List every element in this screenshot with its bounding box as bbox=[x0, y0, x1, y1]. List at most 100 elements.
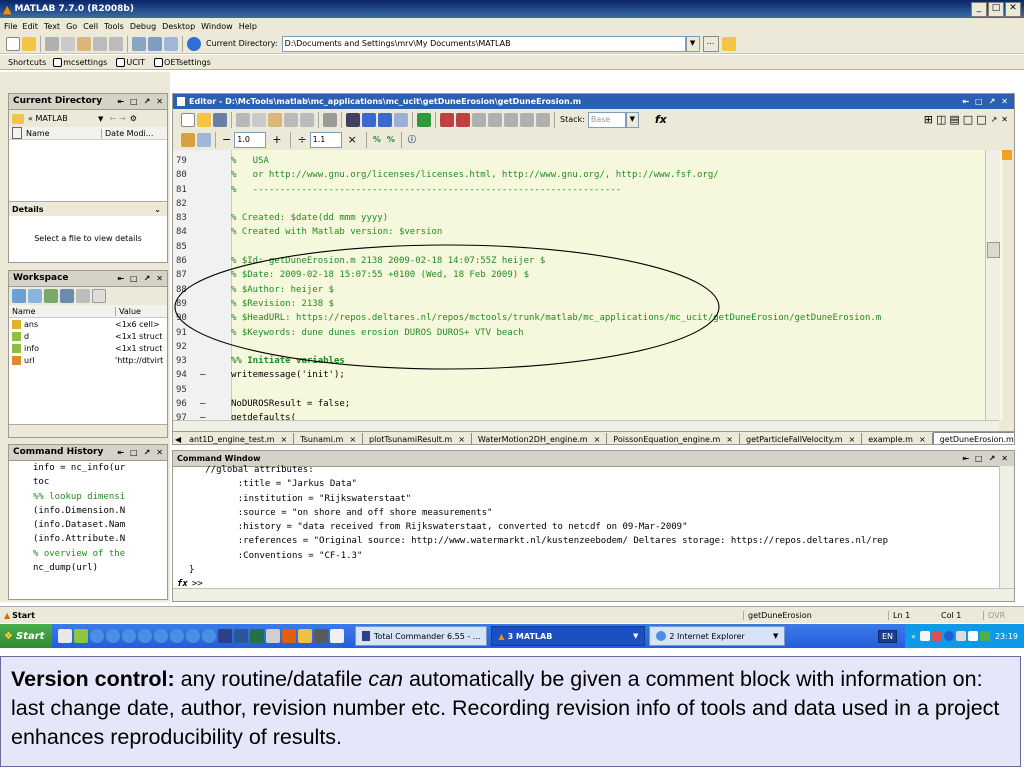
quick-launch-icon[interactable] bbox=[330, 629, 345, 643]
current-dir-input[interactable]: D:\Documents and Settings\mrv\My Documen… bbox=[281, 35, 686, 52]
ie-icon[interactable] bbox=[202, 629, 217, 643]
ie-icon[interactable] bbox=[90, 629, 105, 643]
scroll-thumb[interactable] bbox=[987, 242, 1000, 258]
stack-select[interactable]: Base bbox=[587, 111, 626, 128]
cut-icon[interactable] bbox=[45, 36, 59, 51]
menu-file[interactable]: File bbox=[4, 22, 17, 31]
close-pane-icon[interactable]: ✕ bbox=[156, 445, 163, 460]
step-icon[interactable] bbox=[472, 112, 486, 127]
quick-launch-icon[interactable] bbox=[298, 629, 313, 643]
tray-icon[interactable] bbox=[931, 631, 942, 641]
workspace-row[interactable]: ans <1x6 cell> bbox=[9, 318, 167, 330]
uncomment-cell-icon[interactable]: % bbox=[387, 135, 395, 144]
tab-watermotion[interactable]: WaterMotion2DH_engine.m × bbox=[472, 432, 608, 444]
close-doc-icon[interactable]: ✕ bbox=[1001, 115, 1008, 124]
simulink-icon[interactable] bbox=[132, 36, 146, 51]
command-window-hscrollbar[interactable] bbox=[173, 588, 1014, 601]
increment-icon[interactable]: + bbox=[272, 133, 281, 146]
code-line[interactable]: 81 % ------------------------------------… bbox=[173, 183, 1003, 197]
pin-icon[interactable]: ↗ bbox=[144, 445, 151, 460]
workspace-row[interactable]: info <1x1 struct bbox=[9, 342, 167, 354]
warning-indicator-icon[interactable] bbox=[1002, 150, 1012, 160]
menu-debug[interactable]: Debug bbox=[130, 22, 156, 31]
paste-icon[interactable] bbox=[268, 112, 282, 127]
menu-window[interactable]: Window bbox=[201, 22, 233, 31]
taskbar-item-matlab[interactable]: ▲ 3 MATLAB ▼ bbox=[491, 626, 646, 646]
new-file-icon[interactable] bbox=[181, 112, 195, 127]
save-workspace-icon[interactable] bbox=[60, 289, 74, 303]
quick-launch-icon[interactable] bbox=[314, 629, 329, 643]
maximize-pane-icon[interactable]: □ bbox=[130, 94, 138, 109]
exit-debug-icon[interactable] bbox=[536, 112, 550, 127]
set-breakpoint-icon[interactable] bbox=[440, 112, 454, 127]
cell-value-input-1[interactable]: 1.0 bbox=[234, 131, 267, 148]
save-icon[interactable] bbox=[213, 112, 227, 127]
undock-icon[interactable]: ⇤ bbox=[117, 94, 124, 109]
maximize-pane-icon[interactable]: □ bbox=[130, 445, 138, 460]
undo-icon[interactable] bbox=[284, 112, 298, 127]
list-item[interactable]: %% lookup dimensi bbox=[33, 490, 167, 504]
excel-icon[interactable] bbox=[250, 629, 265, 643]
find-icon[interactable] bbox=[346, 112, 360, 127]
tab-particle[interactable]: getParticleFallVelocity.m × bbox=[740, 432, 863, 444]
tab-scroll-left-icon[interactable]: ◀ bbox=[175, 435, 181, 444]
command-window-scrollbar[interactable] bbox=[999, 466, 1014, 589]
plot-icon[interactable] bbox=[92, 289, 106, 303]
cell-value-input-2[interactable]: 1.1 bbox=[309, 131, 342, 148]
matlab-start-button[interactable]: Start bbox=[12, 611, 35, 620]
maximize-doc-icon[interactable]: □ bbox=[976, 113, 986, 126]
back-icon[interactable] bbox=[362, 112, 376, 127]
ie-icon[interactable] bbox=[138, 629, 153, 643]
clear-breakpoints-icon[interactable] bbox=[456, 112, 470, 127]
code-line[interactable]: 96 – NoDUROSResult = false; bbox=[173, 397, 1003, 411]
executable-marker[interactable]: – bbox=[200, 397, 231, 411]
col-date[interactable]: Date Modi... bbox=[101, 128, 153, 138]
ie-icon[interactable] bbox=[122, 629, 137, 643]
code-line[interactable]: 95 bbox=[173, 383, 1003, 397]
bluetooth-icon[interactable] bbox=[943, 631, 954, 641]
undock-icon[interactable]: ⇤ bbox=[962, 97, 969, 106]
cell-mode-icon[interactable] bbox=[181, 132, 195, 147]
menu-cell[interactable]: Cell bbox=[83, 22, 98, 31]
copy-icon[interactable] bbox=[252, 112, 266, 127]
undo-icon[interactable] bbox=[93, 36, 107, 51]
close-pane-icon[interactable]: ✕ bbox=[156, 94, 163, 109]
ie-icon[interactable] bbox=[106, 629, 121, 643]
print-icon[interactable] bbox=[323, 112, 337, 127]
open-folder-icon[interactable] bbox=[22, 36, 36, 51]
multiply-icon[interactable]: × bbox=[348, 133, 357, 146]
function-browser-icon[interactable] bbox=[394, 112, 408, 127]
matlab-icon[interactable] bbox=[282, 629, 297, 643]
current-dir-dropdown-icon[interactable]: ▼ bbox=[685, 35, 700, 52]
menu-tools[interactable]: Tools bbox=[104, 22, 124, 31]
undock-icon[interactable]: ⇤ bbox=[117, 445, 124, 460]
up-folder-icon[interactable] bbox=[721, 36, 736, 51]
workspace-scrollbar[interactable] bbox=[9, 424, 167, 437]
split-horizontal-icon[interactable]: ▤ bbox=[949, 113, 959, 126]
maximize-pane-icon[interactable]: □ bbox=[975, 97, 983, 106]
forward-arrow-icon[interactable]: → bbox=[119, 114, 126, 123]
col-name[interactable]: Name bbox=[12, 307, 115, 316]
quick-launch-icon[interactable] bbox=[266, 629, 281, 643]
quick-launch-icon[interactable] bbox=[58, 629, 73, 643]
guide-icon[interactable] bbox=[148, 36, 162, 51]
tab-tsunami[interactable]: Tsunami.m × bbox=[294, 432, 364, 444]
menu-help[interactable]: Help bbox=[239, 22, 257, 31]
show-cell-titles-icon[interactable]: ⓘ bbox=[408, 134, 416, 145]
delete-variable-icon[interactable] bbox=[76, 289, 90, 303]
list-item[interactable]: (info.Dimension.N bbox=[33, 504, 167, 518]
forward-icon[interactable] bbox=[378, 112, 392, 127]
help-icon[interactable] bbox=[187, 36, 201, 51]
list-item[interactable]: toc bbox=[33, 475, 167, 489]
shortcut-oetsettings[interactable]: OETsettings bbox=[164, 58, 211, 67]
list-item[interactable]: nc_dump(url) bbox=[33, 561, 167, 575]
function-fx-label[interactable]: fx bbox=[655, 113, 667, 126]
close-button[interactable]: ✕ bbox=[1005, 1, 1021, 17]
open-variable-icon[interactable] bbox=[28, 289, 42, 303]
continue-icon[interactable] bbox=[520, 112, 534, 127]
list-item[interactable]: info = nc_info(ur bbox=[33, 461, 167, 475]
menu-edit[interactable]: Edit bbox=[22, 22, 38, 31]
workspace-row[interactable]: url 'http://dtvirt bbox=[9, 354, 167, 366]
tray-icon[interactable] bbox=[979, 631, 990, 641]
close-pane-icon[interactable]: ✕ bbox=[1001, 451, 1008, 466]
